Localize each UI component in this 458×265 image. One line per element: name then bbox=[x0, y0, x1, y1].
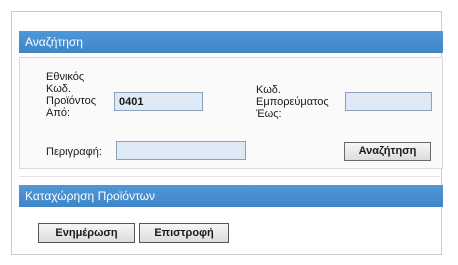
search-section-title: Αναζήτηση bbox=[25, 35, 83, 49]
trade-code-input[interactable] bbox=[345, 92, 432, 111]
search-button[interactable]: Αναζήτηση bbox=[344, 142, 431, 161]
search-section-header: Αναζήτηση bbox=[19, 31, 443, 53]
description-input[interactable] bbox=[116, 141, 246, 160]
registration-section-header: Καταχώρηση Προϊόντων bbox=[19, 185, 443, 207]
description-label: Περιγραφή: bbox=[46, 146, 102, 158]
national-code-label: Εθνικός Κωδ. Προϊόντος Από: bbox=[46, 71, 96, 119]
section-divider bbox=[19, 176, 443, 177]
back-button[interactable]: Επιστροφή bbox=[139, 223, 229, 243]
update-button[interactable]: Ενημέρωση bbox=[38, 223, 135, 243]
registration-section-title: Καταχώρηση Προϊόντων bbox=[25, 189, 156, 203]
national-code-input[interactable] bbox=[114, 92, 203, 111]
trade-code-label: Κωδ. Εμπορεύματος Έως: bbox=[256, 84, 329, 120]
